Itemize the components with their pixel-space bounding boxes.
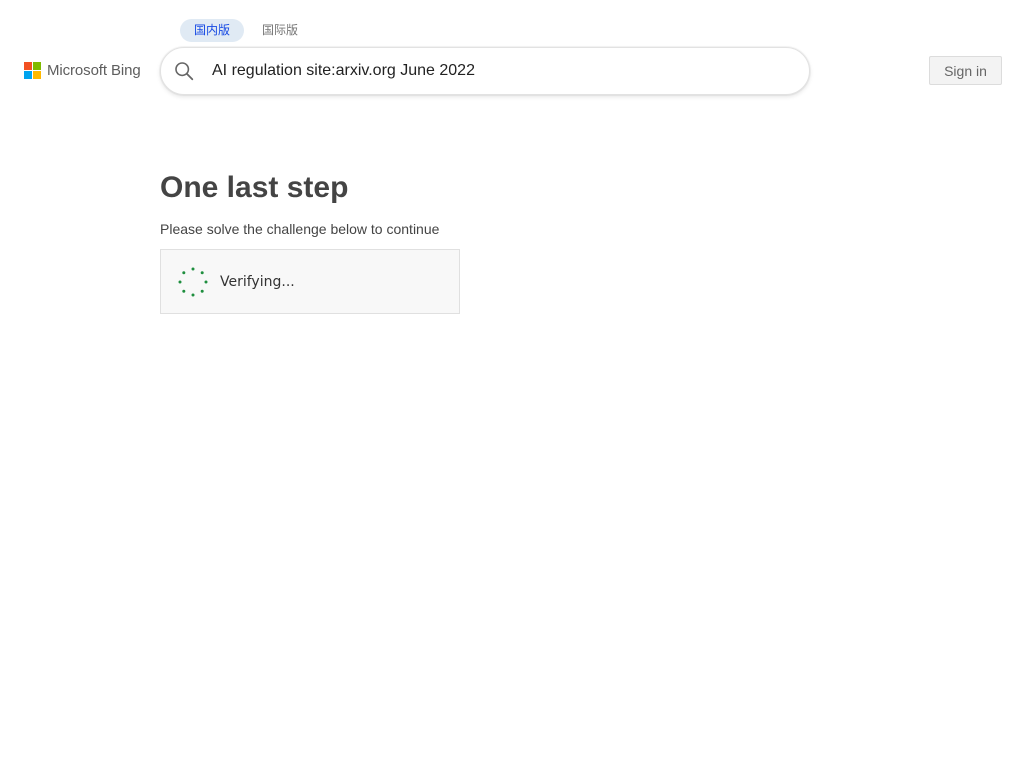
spinner-dot (191, 293, 195, 296)
verification-status: Verifying... (220, 273, 295, 290)
tab-international[interactable]: 国际版 (248, 19, 312, 42)
page-title: One last step (160, 171, 349, 204)
spinner-dot (182, 289, 186, 293)
logo-square-yellow (33, 71, 41, 79)
tab-domestic[interactable]: 国内版 (180, 19, 245, 42)
bing-logo[interactable]: Microsoft Bing (24, 62, 141, 79)
spinner-dot (191, 267, 195, 270)
search-input[interactable] (204, 51, 789, 91)
logo-square-red (24, 62, 32, 70)
challenge-widget[interactable]: Verifying... (160, 249, 460, 314)
spinner-dot (200, 270, 204, 274)
search-icon[interactable] (172, 59, 196, 83)
spinner-dot (204, 280, 208, 283)
search-box (160, 47, 810, 95)
logo-square-green (33, 62, 41, 70)
logo-text: Microsoft Bing (47, 62, 141, 79)
region-tabs: 国内版 国际版 (180, 19, 312, 42)
spinner-dot (182, 270, 186, 274)
sign-in-button[interactable]: Sign in (929, 56, 1002, 85)
challenge-instructions: Please solve the challenge below to cont… (160, 221, 440, 237)
logo-square-blue (24, 71, 32, 79)
spinner-dot (200, 289, 204, 293)
microsoft-logo-icon (24, 62, 41, 79)
page: 国内版 国际版 Microsoft Bing Sign in One last … (0, 0, 1024, 768)
spinner-dot (178, 280, 182, 283)
loading-spinner-icon (178, 267, 208, 296)
